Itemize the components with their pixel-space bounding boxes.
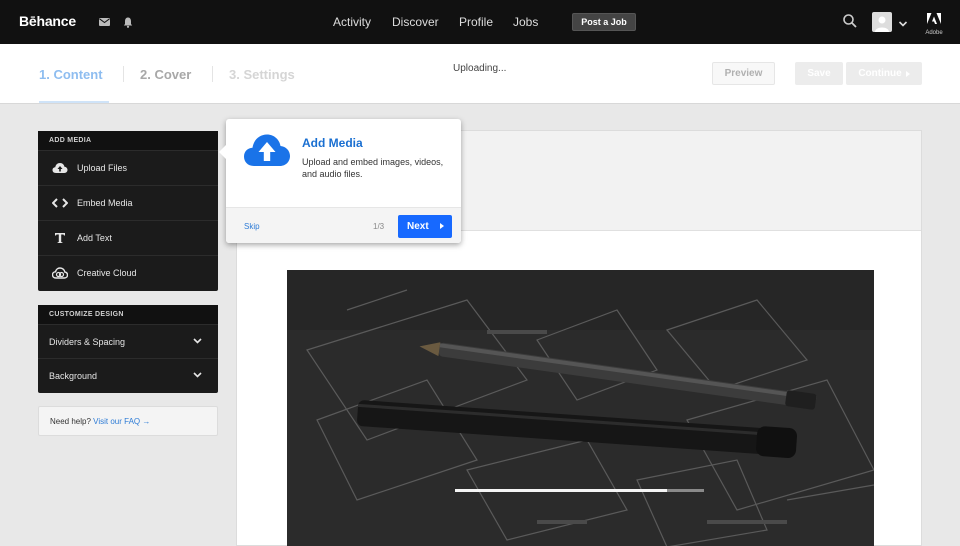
- upload-files-label: Upload Files: [77, 163, 128, 173]
- customize-design-header: CUSTOMIZE DESIGN: [38, 305, 218, 324]
- chevron-down-icon: [193, 371, 202, 379]
- continue-label: Continue: [858, 68, 902, 79]
- upload-files-item[interactable]: Upload Files: [38, 150, 218, 185]
- post-a-job-button[interactable]: Post a Job: [572, 13, 636, 31]
- help-text: Need help?: [50, 417, 91, 426]
- creative-cloud-item[interactable]: Creative Cloud: [38, 255, 218, 290]
- add-media-panel: ADD MEDIA Upload Files Embed Media Add T…: [38, 131, 218, 291]
- tooltip-arrow: [219, 145, 226, 159]
- upload-progress-bar: [455, 489, 704, 492]
- add-media-tooltip: Add Media Upload and embed images, video…: [219, 119, 461, 243]
- preview-button[interactable]: Preview: [712, 62, 775, 85]
- tooltip-title: Add Media: [302, 136, 363, 150]
- background-label: Background: [49, 370, 98, 381]
- active-step-indicator: [39, 101, 109, 103]
- skip-link[interactable]: Skip: [244, 222, 260, 231]
- next-label: Next: [407, 221, 429, 232]
- nav-jobs-link[interactable]: Jobs: [513, 15, 538, 29]
- step-divider: [123, 66, 124, 82]
- sketch-photo-illustration: [287, 270, 874, 546]
- step-settings-tab[interactable]: 3. Settings: [229, 67, 295, 82]
- project-step-bar: 1. Content 2. Cover 3. Settings Uploadin…: [0, 44, 960, 104]
- tooltip-step-count: 1/3: [373, 222, 385, 231]
- nav-profile-link[interactable]: Profile: [459, 15, 493, 29]
- tooltip-footer: Skip 1/3 Next: [226, 207, 461, 243]
- step-cover-tab[interactable]: 2. Cover: [140, 67, 191, 82]
- help-box: Need help? Visit our FAQ →: [38, 406, 218, 436]
- chevron-down-icon[interactable]: [898, 16, 908, 27]
- upload-status-text: Uploading...: [453, 63, 507, 74]
- add-media-header: ADD MEDIA: [38, 131, 218, 150]
- cloud-upload-icon: [243, 133, 293, 173]
- step-divider: [212, 66, 213, 82]
- creative-cloud-icon: [52, 266, 68, 280]
- chevron-right-icon: [440, 223, 444, 229]
- save-button[interactable]: Save: [795, 62, 843, 85]
- adobe-logo[interactable]: Adobe: [924, 11, 944, 36]
- chevron-down-icon: [193, 337, 202, 345]
- dividers-spacing-label: Dividers & Spacing: [49, 336, 126, 347]
- add-text-item[interactable]: Add Text: [38, 220, 218, 255]
- uploading-image-preview: [287, 270, 874, 546]
- nav-discover-link[interactable]: Discover: [392, 15, 439, 29]
- chevron-right-icon: [905, 70, 910, 77]
- top-navigation-bar: Bēhance Activity Discover Profile Jobs P…: [0, 0, 960, 44]
- add-text-label: Add Text: [77, 233, 112, 243]
- search-icon[interactable]: [842, 13, 858, 29]
- upload-progress-fill: [455, 489, 667, 492]
- nav-activity-link[interactable]: Activity: [333, 15, 371, 29]
- cloud-upload-icon: [52, 161, 68, 175]
- background-item[interactable]: Background: [38, 358, 218, 392]
- code-icon: [52, 196, 68, 210]
- next-button[interactable]: Next: [398, 215, 452, 238]
- primary-nav: Activity Discover Profile Jobs: [0, 0, 960, 44]
- faq-link[interactable]: Visit our FAQ →: [93, 417, 150, 426]
- customize-design-panel: CUSTOMIZE DESIGN Dividers & Spacing Back…: [38, 305, 218, 393]
- dividers-spacing-item[interactable]: Dividers & Spacing: [38, 324, 218, 358]
- continue-button[interactable]: Continue: [846, 62, 922, 85]
- text-icon: [52, 231, 68, 245]
- embed-media-label: Embed Media: [77, 198, 133, 208]
- step-content-tab[interactable]: 1. Content: [39, 67, 103, 82]
- creative-cloud-label: Creative Cloud: [77, 268, 137, 278]
- tooltip-description: Upload and embed images, videos, and aud…: [302, 157, 444, 179]
- avatar[interactable]: [872, 12, 892, 32]
- embed-media-item[interactable]: Embed Media: [38, 185, 218, 220]
- adobe-label: Adobe: [925, 30, 943, 36]
